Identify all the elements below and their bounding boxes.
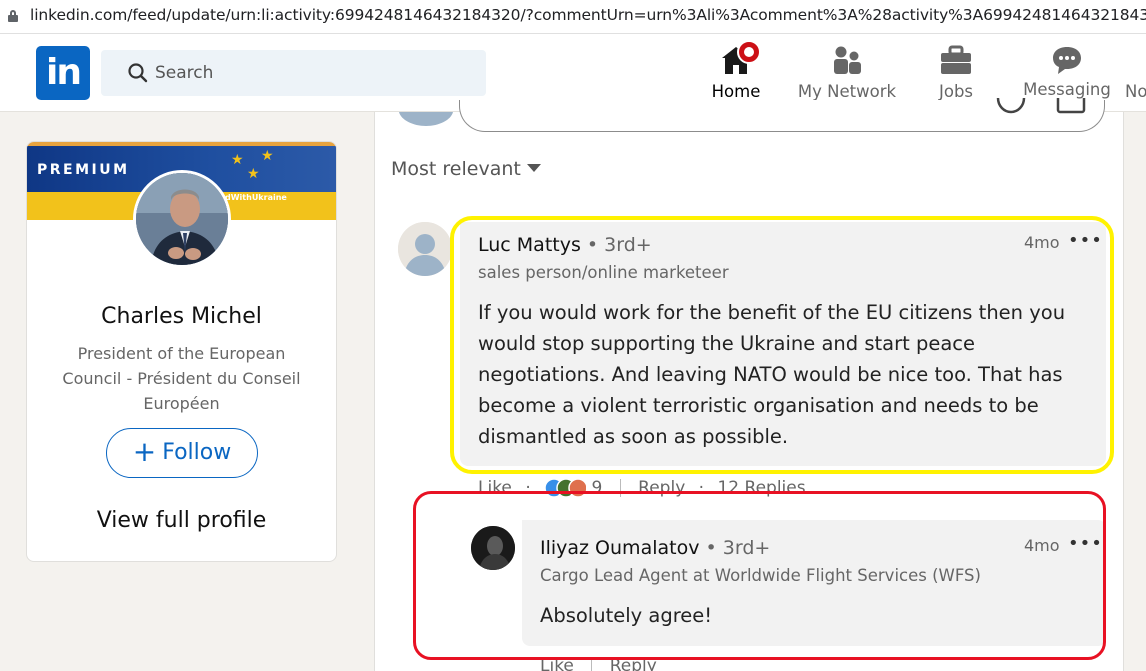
nav-label-home: Home: [711, 82, 761, 101]
follow-button[interactable]: + Follow: [106, 428, 258, 478]
linkedin-logo-icon[interactable]: in: [36, 46, 90, 100]
eu-star-icon: ★: [231, 152, 244, 168]
search-icon: [128, 63, 148, 83]
sort-dropdown[interactable]: Most relevant: [391, 158, 541, 180]
comment-avatar[interactable]: [398, 222, 452, 276]
nav-label-jobs: Jobs: [938, 82, 974, 101]
default-person-icon: [398, 222, 452, 276]
nav-label-notifications: No: [1125, 82, 1146, 101]
banner-hashtag: dWithUkraine: [225, 193, 287, 202]
url-text[interactable]: linkedin.com/feed/update/urn:li:activity…: [30, 6, 1146, 24]
view-full-profile-link[interactable]: View full profile: [27, 508, 336, 533]
jobs-icon: [941, 45, 971, 74]
yellow-highlight-box: [450, 216, 1114, 474]
profile-card: PREMIUM ★ ★ ★ ★ dWithUkraine Charles Mic…: [26, 141, 337, 562]
own-avatar-icon: [399, 112, 453, 126]
nav-item-notifications[interactable]: No: [1122, 34, 1146, 112]
nav-label-messaging: Messaging: [1023, 80, 1111, 99]
plus-icon: +: [132, 435, 157, 468]
eu-star-icon: ★: [247, 166, 260, 182]
search-input[interactable]: [155, 58, 475, 88]
profile-name[interactable]: Charles Michel: [27, 304, 336, 329]
nav-label-my-network: My Network: [797, 82, 897, 101]
browser-url-bar[interactable]: linkedin.com/feed/update/urn:li:activity…: [0, 0, 1146, 34]
caret-down-icon: [526, 164, 541, 172]
profile-photo-icon: [136, 173, 228, 265]
lock-icon: [8, 10, 18, 22]
avatar[interactable]: [133, 170, 231, 268]
follow-label: Follow: [162, 440, 232, 465]
notification-dot-icon: [737, 40, 761, 64]
comment-input[interactable]: [459, 98, 1105, 132]
emoji-icon[interactable]: [996, 98, 1026, 116]
red-highlight-box: [413, 491, 1106, 660]
sort-label: Most relevant: [391, 158, 521, 180]
messaging-icon: [1053, 47, 1081, 74]
profile-headline: President of the European Council - Prés…: [62, 344, 301, 413]
eu-star-icon: ★: [261, 148, 274, 164]
network-icon: [834, 46, 861, 74]
search-box[interactable]: [101, 50, 486, 96]
image-icon[interactable]: [1056, 98, 1086, 116]
premium-label: PREMIUM: [37, 162, 130, 178]
